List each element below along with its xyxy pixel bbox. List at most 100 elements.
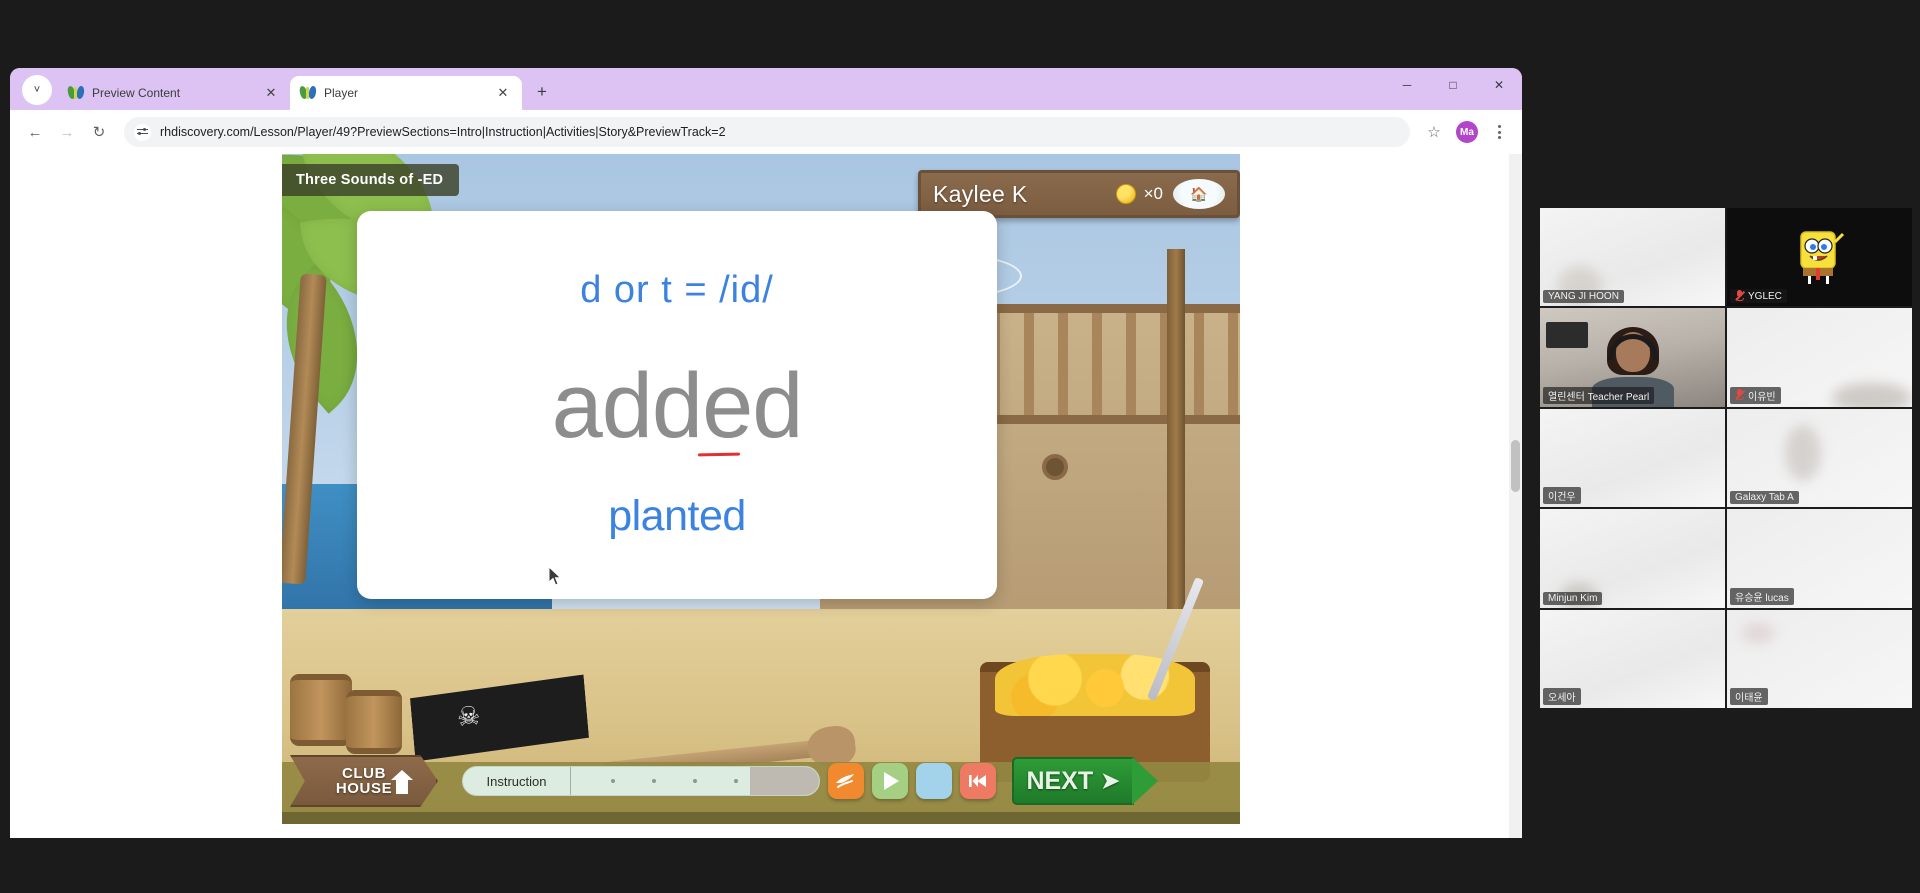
instruction-card: d or t = /id/ added planted [357,211,997,599]
tab-preview-content[interactable]: Preview Content ✕ [58,76,290,110]
student-name: Kaylee K [933,180,1028,207]
back-button[interactable]: ← [20,117,50,147]
lesson-title: Three Sounds of -ED [282,164,460,196]
word-secondary: planted [608,492,746,540]
page-viewport: ☠ Three Sounds of -ED Kaylee K ×0 🏠 d or… [10,154,1522,838]
coin-icon [1115,184,1136,204]
minimize-button[interactable]: ─ [1384,68,1430,102]
word-primary: added [552,360,803,457]
progress-track [571,767,819,795]
card-heading: d or t = /id/ [580,269,774,311]
participant-name: Galaxy Tab A [1735,492,1794,504]
clubhouse-label-line2: HOUSE [335,780,393,797]
play-triangle-icon [884,772,899,790]
section-label: Instruction [463,767,571,795]
arrow-right-icon: ➤ [1101,768,1120,793]
participant-name-plate: 유승윤 lucas [1730,587,1794,605]
participant-name: 이건우 [1548,492,1576,504]
word-primary-text: added [551,355,804,457]
profile-avatar[interactable]: Ma [1456,121,1478,143]
chrome-browser-window: ˅ Preview Content ✕ Player ✕ + ─ □ ✕ ← →… [10,68,1522,838]
rewind-icon [969,775,986,787]
treehouse-badge-icon[interactable]: 🏠 [1173,179,1225,209]
tab-search-chevron-icon[interactable]: ˅ [22,75,52,105]
participant-tile[interactable]: 유승윤 lucas [1727,509,1912,608]
participant-name-plate: Galaxy Tab A [1730,491,1799,505]
tab-title: Player [324,86,359,100]
forward-button[interactable]: → [52,117,82,147]
blank-blue-button[interactable] [916,763,952,799]
play-button[interactable] [872,763,908,799]
butterfly-favicon-icon [66,85,86,101]
screen-root: ˅ Preview Content ✕ Player ✕ + ─ □ ✕ ← →… [0,0,1920,893]
next-button[interactable]: NEXT ➤ [1012,757,1158,805]
reload-button[interactable]: ↻ [84,117,114,147]
tab-close-icon[interactable]: ✕ [494,84,512,102]
participant-tile[interactable]: Minjun Kim [1540,509,1725,608]
participant-name: 열린센터 Teacher Pearl [1548,391,1650,403]
participant-name: 유승윤 lucas [1735,592,1789,604]
barrel-decoration [290,674,352,746]
participant-tile[interactable]: 이태윤 [1727,609,1912,708]
participant-name-plate: 오세아 [1543,688,1581,705]
browser-menu-icon[interactable] [1486,119,1512,145]
participant-tile[interactable]: Galaxy Tab A [1727,408,1912,508]
skull-crossbones-icon: ☠ [455,700,482,732]
butterfly-favicon-icon [298,85,318,101]
new-tab-button[interactable]: + [528,78,556,106]
progress-remaining [749,767,819,795]
participant-tile[interactable]: YANG JI HOON [1540,208,1725,307]
zoom-participant-grid: YANG JI HOON YGLEC 열린센터 Teacher Pearl 이유… [1540,208,1912,708]
ship-mast [1167,249,1185,669]
participant-name-plate: YGLEC [1730,289,1787,304]
window-controls: ─ □ ✕ [1384,68,1522,110]
site-settings-tune-icon[interactable] [134,123,151,141]
maximize-button[interactable]: □ [1430,68,1476,102]
participant-tile-active-speaker[interactable]: 열린센터 Teacher Pearl [1540,308,1725,407]
muted-microphone-icon [1735,290,1745,302]
participant-tile[interactable]: YGLEC [1727,208,1912,307]
spongebob-avatar-icon [1799,231,1844,285]
participant-name: YANG JI HOON [1548,291,1619,303]
page-scrollbar[interactable] [1509,154,1522,838]
participant-name: 오세아 [1548,693,1576,704]
participant-name-plate: 이유빈 [1730,386,1781,404]
participant-name-plate: 이태윤 [1730,688,1768,705]
tab-player[interactable]: Player ✕ [290,76,522,110]
url-text: rhdiscovery.com/Lesson/Player/49?Preview… [160,125,726,139]
next-label: NEXT [1026,766,1094,795]
section-progress-bar[interactable]: Instruction [462,766,820,796]
tv-decoration [1546,322,1588,349]
participant-name: 이태윤 [1735,693,1763,704]
lesson-control-bar: CLUB HOUSE Instruction NEXT ➤ [282,750,1240,812]
participant-name-plate: 열린센터 Teacher Pearl [1543,386,1655,404]
house-icon [391,770,413,794]
participant-name: Minjun Kim [1548,592,1598,604]
participant-name-plate: YANG JI HOON [1543,290,1624,304]
participant-tile[interactable]: 이유빈 [1727,308,1912,407]
participant-name-plate: Minjun Kim [1543,591,1603,605]
tab-strip: ˅ Preview Content ✕ Player ✕ + ─ □ ✕ [10,68,1522,110]
rewind-button[interactable] [960,763,996,799]
lesson-stage: ☠ Three Sounds of -ED Kaylee K ×0 🏠 d or… [282,154,1240,824]
participant-tile[interactable]: 이건우 [1540,408,1725,508]
clubhouse-button[interactable]: CLUB HOUSE [290,755,438,807]
close-window-button[interactable]: ✕ [1476,68,1522,102]
tab-close-icon[interactable]: ✕ [262,84,280,102]
browser-toolbar: ← → ↻ rhdiscovery.com/Lesson/Player/49?P… [10,110,1522,154]
participant-name: YGLEC [1748,290,1782,302]
participant-name: 이유빈 [1748,391,1776,403]
barrel-decoration [346,690,402,754]
participant-name-plate: 이건우 [1543,487,1581,505]
address-bar[interactable]: rhdiscovery.com/Lesson/Player/49?Preview… [124,117,1410,147]
muted-microphone-icon [1735,389,1745,401]
coin-count: ×0 [1143,184,1163,203]
porthole-decoration [1042,454,1068,480]
ground-band-dark [282,812,1240,824]
participant-tile[interactable]: 오세아 [1540,609,1725,708]
scrollbar-thumb[interactable] [1511,440,1520,492]
clubhouse-label-line1: CLUB [341,764,387,782]
flying-bird-button[interactable] [828,763,864,799]
flying-bird-icon [836,774,854,788]
bookmark-star-icon[interactable]: ☆ [1420,118,1448,146]
